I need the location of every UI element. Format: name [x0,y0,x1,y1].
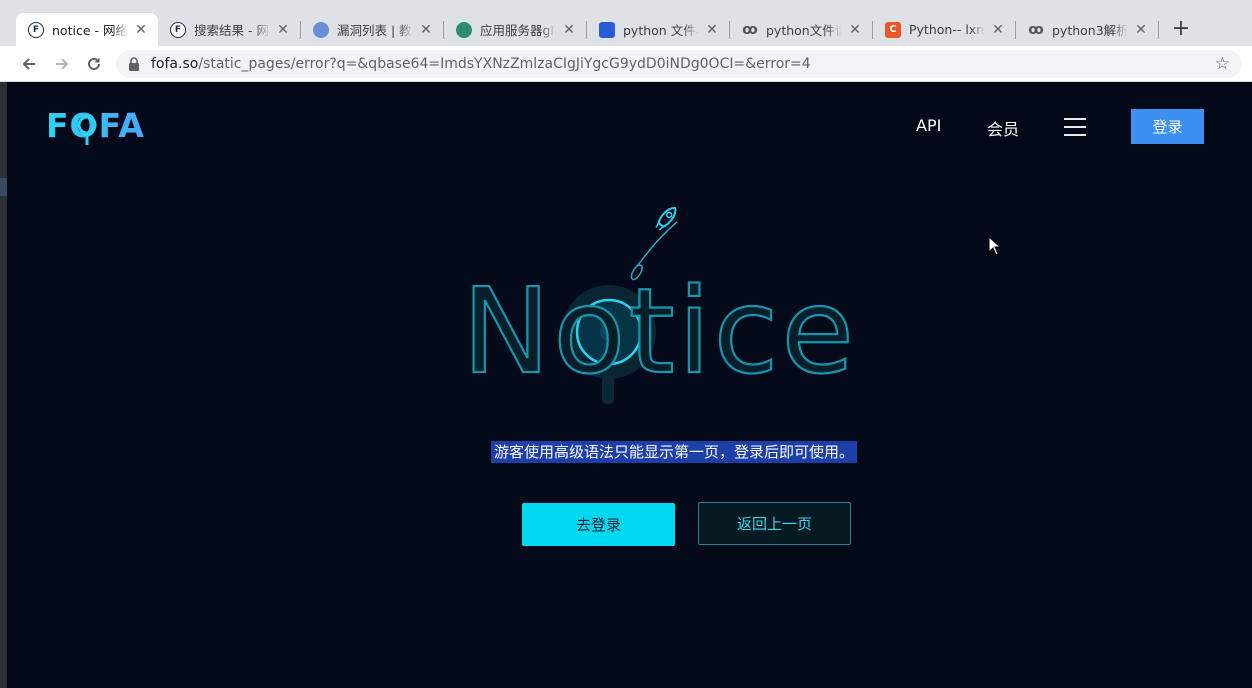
url-path: /static_pages/error?q=&qbase64=ImdsYXNzZ… [198,56,811,72]
logo-pin-stem [85,133,89,145]
tab-separator [1158,21,1159,39]
tab-python-file-read[interactable]: ꝏ python文件读 ✕ [730,13,872,46]
browser-tab-strip: F notice - 网络空 ✕ F 搜索结果 - 网络 ✕ 漏洞列表 | 教育… [0,0,1252,46]
fofa-logo[interactable]: FOFA [46,106,158,148]
address-bar[interactable]: fofa.so/static_pages/error?q=&qbase64=Im… [116,50,1242,78]
rocket-icon [655,206,677,231]
browser-toolbar: fofa.so/static_pages/error?q=&qbase64=Im… [0,46,1252,82]
site-header: FOFA API 会员 登录 [7,82,1252,170]
swirl-icon: ꝏ [1028,21,1044,38]
reload-button[interactable] [82,52,106,76]
c-icon: C [885,21,901,38]
paw-icon [599,21,615,38]
reload-icon [88,57,100,70]
close-icon[interactable]: ✕ [705,22,719,38]
tab-title: 搜索结果 - 网络 [194,23,270,38]
back-button[interactable] [17,52,41,76]
close-icon[interactable]: ✕ [991,22,1005,38]
tab-notice[interactable]: F notice - 网络空 ✕ [16,13,158,46]
close-icon[interactable]: ✕ [562,22,576,38]
go-login-button[interactable]: 去登录 [522,503,675,546]
arrow-left-icon [22,58,35,70]
tab-python3-parse[interactable]: ꝏ python3解析 ✕ [1016,13,1158,46]
tab-python-file[interactable]: python 文件与 ✕ [587,13,729,46]
swirl-icon: ꝏ [742,21,758,38]
nav-member[interactable]: 会员 [987,116,1019,140]
tab-title: python3解析 [1052,23,1128,38]
close-icon[interactable]: ✕ [848,22,862,38]
tab-title: Python-- lxml [909,22,985,37]
close-icon[interactable]: ✕ [134,22,148,38]
tab-title: python 文件与 [623,23,699,38]
menu-icon[interactable] [1064,118,1086,136]
page-content: FOFA API 会员 登录 Notice 游客使用高级语法只能显示第一页，登录… [7,82,1252,688]
tab-title: python文件读 [766,23,842,38]
tab-search-results[interactable]: F 搜索结果 - 网络 ✕ [158,13,300,46]
notice-message: 游客使用高级语法只能显示第一页，登录后即可使用。 [491,441,858,463]
tab-title: 漏洞列表 | 教育 [337,23,413,38]
lock-icon [129,57,139,71]
fofa-icon: F [28,21,44,38]
tab-title: notice - 网络空 [52,23,128,38]
arrow-right-icon [56,58,69,70]
globe-icon [313,21,329,38]
back-previous-page-button[interactable]: 返回上一页 [698,502,851,545]
close-icon[interactable]: ✕ [276,22,290,38]
tab-vuln-list[interactable]: 漏洞列表 | 教育 ✕ [301,13,443,46]
forward-button[interactable] [50,52,74,76]
desktop-edge-mark [0,178,7,196]
tab-python-lxml[interactable]: C Python-- lxml ✕ [873,13,1015,46]
mouse-cursor-icon [988,236,1002,256]
login-button[interactable]: 登录 [1131,109,1204,144]
notice-illustration: Notice [461,206,857,404]
hero-word: Notice [462,262,857,400]
nav-api[interactable]: API [916,116,941,135]
bookmark-star-icon[interactable]: ☆ [1215,54,1230,74]
fofa-icon: F [170,21,186,38]
desktop-edge [0,82,7,688]
new-tab-button[interactable]: + [1168,15,1194,43]
tab-app-server[interactable]: 应用服务器glas ✕ [444,13,586,46]
tab-title: 应用服务器glas [480,23,556,38]
close-icon[interactable]: ✕ [1134,22,1148,38]
url-host: fofa.so [151,56,199,72]
leaf-icon [456,21,472,38]
url-text[interactable]: fofa.so/static_pages/error?q=&qbase64=Im… [151,50,811,78]
close-icon[interactable]: ✕ [419,22,433,38]
